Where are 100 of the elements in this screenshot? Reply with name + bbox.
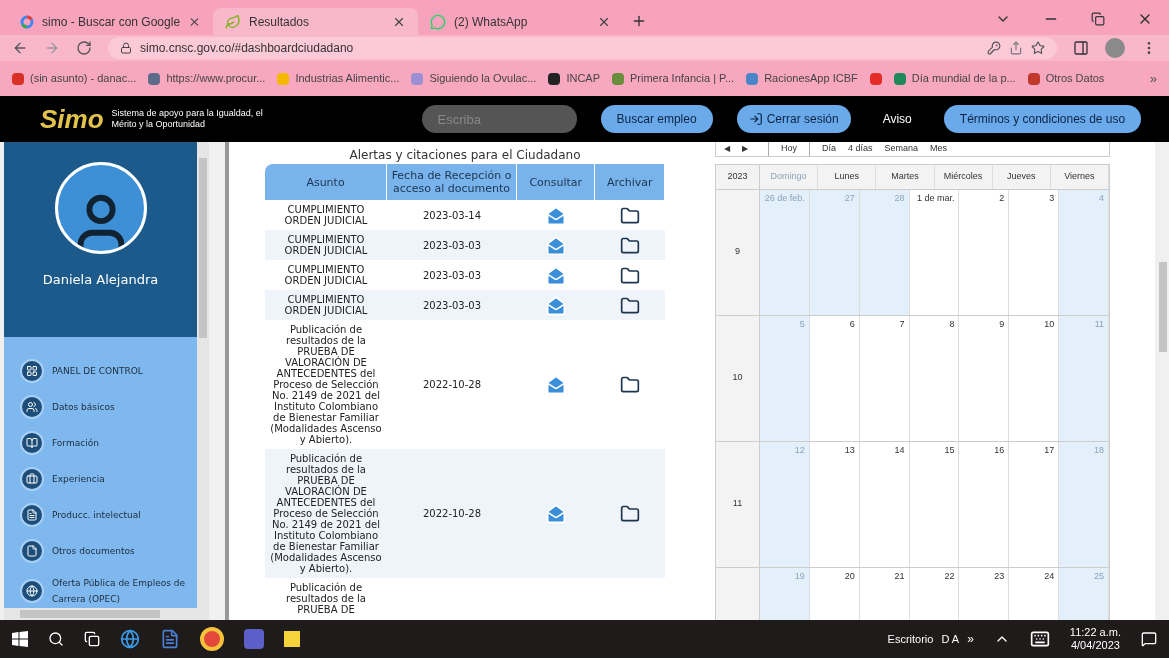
folder-icon[interactable] [620,265,641,286]
envelope-icon[interactable] [546,235,567,256]
user-label[interactable]: D A [941,630,960,648]
bookmark-link[interactable]: (sin asunto) - danac... [30,70,137,87]
clock-time[interactable]: 11:22 a.m. [1069,626,1121,639]
back-icon[interactable] [12,40,28,56]
browser-icon[interactable] [120,629,140,649]
week-number: 9 [716,189,760,315]
tab-title: simo - Buscar con Google [42,13,181,31]
new-tab-icon[interactable] [631,13,647,29]
sidebar-item[interactable]: Datos básicos [20,395,193,419]
sidebar-item[interactable]: Experiencia [20,467,193,491]
sidebar-item[interactable]: Oferta Pública de Empleos de Carrera (OPEC) [20,575,193,607]
bookmark-link[interactable]: Industrias Alimentic... [295,70,400,87]
sidebar-item[interactable]: Producc. intelectual [20,503,193,527]
envelope-icon[interactable] [546,375,567,395]
folder-icon[interactable] [620,295,641,316]
day-header: Lunes [818,164,877,189]
table-cell: 2023-03-03 [387,290,517,320]
clock-date[interactable]: 4/04/2023 [1070,639,1120,652]
nav-arrow[interactable]: ▶ [742,142,748,155]
year-header: 2023 [716,164,760,189]
side-panel-icon[interactable] [1073,40,1089,56]
table-cell: 2023-03-03 [387,230,517,260]
document-app-icon[interactable] [160,629,180,649]
table-cell: 2022-10-28 [387,449,517,578]
table-cell: CUMPLIMIENTO ORDEN JUDICIAL [265,290,387,320]
favicon-icon[interactable] [548,72,561,85]
notifications-icon[interactable] [1141,631,1157,647]
logo: Simo [40,102,104,136]
day-header: Martes [876,164,935,189]
user-name: Daniela Alejandra [42,271,159,289]
briefcase-icon [20,467,44,491]
folder-icon[interactable] [620,375,641,395]
reload-icon[interactable] [76,40,92,56]
bookmark-link[interactable]: Día mundial de la p... [911,70,1016,87]
table-cell: Publicación de resultados de la PRUEBA DE VALORACIÓN DE ANTECEDENTES del Proceso de Selección No. 2149 de 2021 del Instituto Colombiano de Bienestar Familiar (Modalidades Ascenso y Abierto). [265,449,387,578]
bookmark-link[interactable]: Otros Datos [1045,70,1105,87]
alerts-title: Alertas y citaciones para el Ciudadano [348,147,582,164]
globe-icon [20,579,44,603]
bookmark-link[interactable]: https://www.procur... [166,70,266,87]
column-header: Archivar [595,164,665,200]
week-number: 11 [716,441,760,567]
search-icon[interactable] [48,631,64,647]
envelope-icon[interactable] [546,265,567,286]
header-button[interactable]: Buscar empleo [600,105,713,133]
book-icon [20,431,44,455]
sidebar-item[interactable]: PANEL DE CONTROL [20,359,193,383]
folder-icon[interactable] [620,235,641,256]
column-header: Consultar [517,164,596,200]
notice-link[interactable]: Aviso [874,105,920,133]
folder-icon[interactable] [620,504,641,524]
browser-tab[interactable]: simo - Buscar con Google [8,8,213,35]
file-icon [20,539,44,563]
week-number: 10 [716,315,760,441]
bookmark-link[interactable]: Primera Infancia | P... [630,70,735,87]
scrollbar[interactable] [4,608,209,620]
windows-logo-icon[interactable] [12,631,28,647]
address-bar[interactable]: simo.cnsc.gov.co/#dashboardciudadano [108,37,1057,59]
nav-arrow[interactable]: ◀ [724,142,730,155]
leaf-icon [225,13,241,30]
envelope-icon[interactable] [546,205,567,226]
task-view-icon[interactable] [84,631,100,647]
desktop-label[interactable]: Escritorio [887,630,934,648]
people-icon [20,395,44,419]
day-header: Domingo [760,164,819,189]
tab-title: Resultados [249,13,311,31]
envelope-icon[interactable] [546,295,567,316]
envelope-icon[interactable] [546,504,567,524]
folder-icon[interactable] [620,205,641,226]
more-label[interactable]: » [967,630,974,648]
chat-icon [430,13,446,30]
view-button[interactable]: Hoy [768,142,810,156]
browser-tab[interactable]: (2) WhatsApp [418,8,623,35]
keyboard-icon[interactable] [1029,629,1050,649]
more-bookmarks[interactable]: » [1149,68,1157,89]
view-button[interactable]: 4 días [848,142,873,156]
view-button[interactable]: Mes [930,142,948,156]
day-header: Miércoles [934,164,993,189]
day-header: Jueves [992,164,1051,189]
header-button[interactable]: Términos y condiciones de uso [943,105,1142,133]
view-button[interactable]: Semana [884,142,919,156]
column-header: Fecha de Recepción o acceso al documento [387,164,517,200]
tagline: Sistema de apoyo para la Igualdad, el Mérito y la Oportunidad [111,108,264,130]
view-button[interactable]: Día [822,142,837,156]
bookmark-link[interactable]: Siguiendo la Ovulac... [429,70,537,87]
column-header: Asunto [265,164,387,200]
bookmark-link[interactable]: RacionesApp ICBF [764,70,858,87]
restore-icon[interactable] [1091,12,1105,26]
grid-icon [20,359,44,383]
logout-button[interactable]: Cerrar sesión [736,105,851,133]
document-icon [20,503,44,527]
table-cell: CUMPLIMIENTO ORDEN JUDICIAL [265,230,387,260]
sidebar-item[interactable]: Otros documentos [20,539,193,563]
day-header: Viernes [1050,164,1110,189]
bookmark-link[interactable]: INCAP [566,70,600,87]
sidebar-item[interactable]: Formación [20,431,193,455]
browser-tab[interactable]: Resultados [213,8,418,35]
scrollbar[interactable] [197,142,209,608]
sign-in-icon [748,112,763,126]
